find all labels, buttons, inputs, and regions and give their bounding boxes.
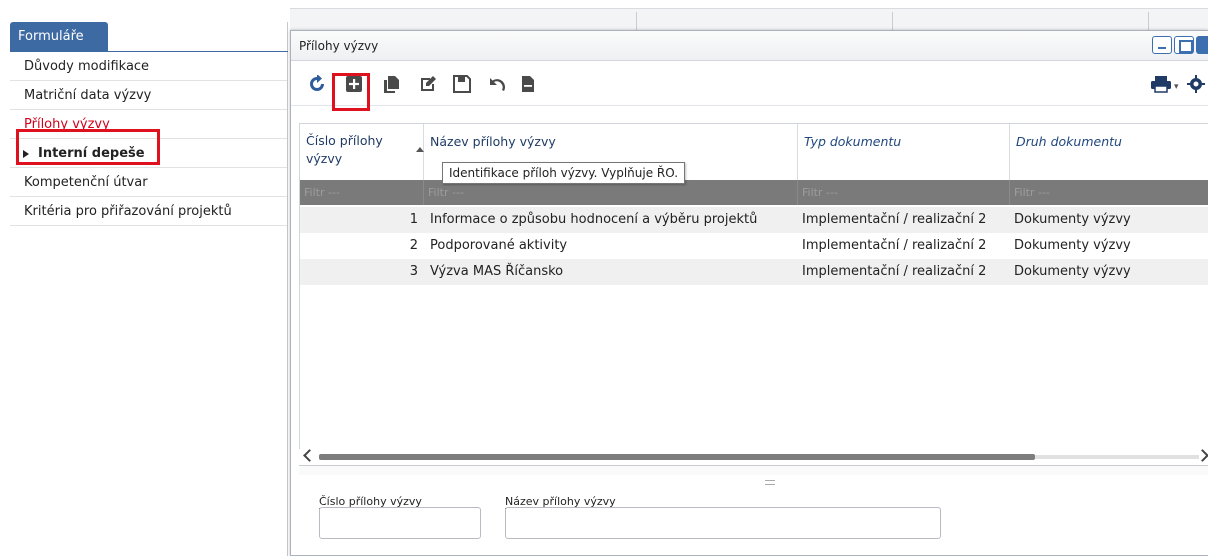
cell-typ: Implementační / realizační 2 <box>802 212 987 227</box>
horizontal-scrollbar[interactable] <box>299 449 1208 465</box>
document-icon[interactable] <box>519 75 537 93</box>
filter-row: Filtr --- Filtr --- Filtr --- Filtr --- <box>300 180 1208 205</box>
column-header-druh[interactable]: Druh dokumentu <box>1010 124 1208 180</box>
close-button[interactable] <box>1196 36 1208 54</box>
copy-icon[interactable] <box>382 75 400 93</box>
column-header-label: Číslo přílohy výzvy <box>306 133 383 166</box>
column-header-typ[interactable]: Typ dokumentu <box>798 124 1010 180</box>
sidebar-item-interni-depese[interactable]: Interní depeše <box>10 139 287 168</box>
nazev-prilohy-field[interactable] <box>505 507 941 539</box>
scroll-right-icon[interactable] <box>1196 449 1208 462</box>
forms-sidebar: Formuláře Důvody modifikace Matriční dat… <box>10 22 288 556</box>
minimize-button[interactable] <box>1152 36 1172 54</box>
sidebar-item-kriteria[interactable]: Kritéria pro přiřazování projektů <box>10 197 287 226</box>
filter-input-typ[interactable]: Filtr --- <box>798 180 1010 205</box>
background-divider <box>1148 12 1149 30</box>
dialog-title: Přílohy výzvy <box>291 31 1208 61</box>
cell-druh: Dokumenty výzvy <box>1014 212 1131 227</box>
table-row[interactable]: 2 Podporované aktivity Implementační / r… <box>300 233 1208 259</box>
cell-nazev: Informace o způsobu hodnocení a výběru p… <box>430 212 758 227</box>
attachments-grid: Číslo přílohy výzvy Název přílohy výzvy … <box>299 123 1208 465</box>
column-header-cislo[interactable]: Číslo přílohy výzvy <box>300 124 424 180</box>
background-divider <box>892 12 893 30</box>
cell-cislo: 1 <box>409 212 418 227</box>
sidebar-header[interactable]: Formuláře <box>10 22 108 52</box>
cell-typ: Implementační / realizační 2 <box>802 238 987 253</box>
maximize-button[interactable] <box>1174 36 1194 54</box>
sort-ascending-icon[interactable] <box>416 147 424 152</box>
print-icon[interactable] <box>1150 75 1172 93</box>
cell-druh: Dokumenty výzvy <box>1014 264 1131 279</box>
background-divider <box>636 12 637 30</box>
save-icon[interactable] <box>453 75 471 93</box>
sidebar-item-duvody-modifikace[interactable]: Důvody modifikace <box>10 52 287 81</box>
splitter-grip-icon[interactable] <box>765 480 775 485</box>
print-dropdown-icon[interactable]: ▾ <box>1174 82 1179 92</box>
tooltip: Identifikace příloh výzvy. Vyplňuje ŘO. <box>442 162 686 184</box>
background-tab-strip <box>290 8 1208 30</box>
cell-nazev: Podporované aktivity <box>430 238 568 253</box>
filter-input-druh[interactable]: Filtr --- <box>1010 180 1208 205</box>
sidebar-item-matricni-data[interactable]: Matriční data výzvy <box>10 81 287 110</box>
add-icon[interactable] <box>345 75 363 93</box>
prilohy-vyzvy-dialog: Přílohy výzvy ▾ Číslo přílohy výzvy Náze… <box>290 30 1208 556</box>
sidebar-item-label: Interní depeše <box>38 146 145 161</box>
cislo-prilohy-field[interactable] <box>319 507 481 539</box>
cell-cislo: 2 <box>409 238 418 253</box>
scroll-thumb[interactable] <box>319 454 1035 460</box>
sidebar-item-kompetencni-utvar[interactable]: Kompetenční útvar <box>10 168 287 197</box>
edit-icon[interactable] <box>419 75 437 93</box>
panel-splitter[interactable] <box>299 465 1208 485</box>
table-row[interactable]: 1 Informace o způsobu hodnocení a výběru… <box>300 207 1208 233</box>
toolbar: ▾ <box>291 62 1208 106</box>
filter-input-cislo[interactable]: Filtr --- <box>300 180 424 205</box>
refresh-icon[interactable] <box>308 75 326 93</box>
app-root: Formuláře Důvody modifikace Matriční dat… <box>0 0 1208 556</box>
scroll-left-icon[interactable] <box>303 449 316 462</box>
cell-cislo: 3 <box>409 264 418 279</box>
expand-caret-icon[interactable] <box>23 150 29 158</box>
sidebar-item-prilohy-vyzvy[interactable]: Přílohy výzvy <box>10 110 287 139</box>
cell-druh: Dokumenty výzvy <box>1014 238 1131 253</box>
cell-nazev: Výzva MAS Říčansko <box>430 264 564 279</box>
window-controls <box>1150 36 1208 54</box>
undo-icon[interactable] <box>487 75 505 93</box>
cell-typ: Implementační / realizační 2 <box>802 264 987 279</box>
settings-icon[interactable] <box>1187 75 1205 93</box>
table-row[interactable]: 3 Výzva MAS Říčansko Implementační / rea… <box>300 259 1208 285</box>
